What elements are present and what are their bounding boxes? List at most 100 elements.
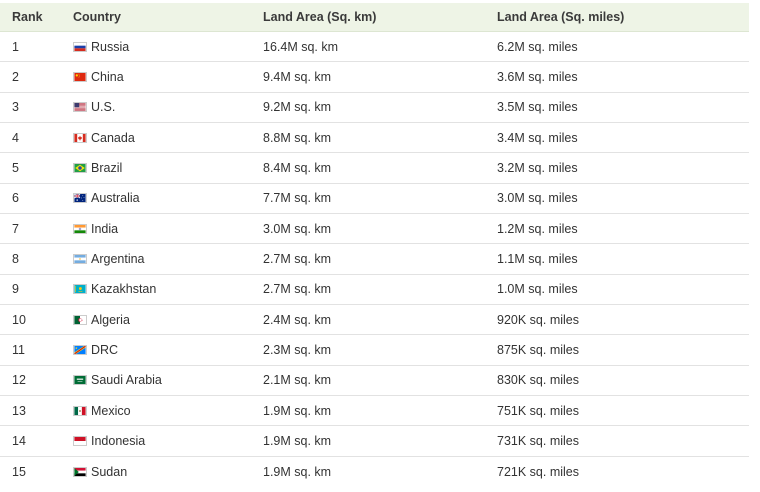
country-cell: Algeria xyxy=(61,313,251,327)
country-name: Mexico xyxy=(91,403,131,418)
table-header: Rank Country Land Area (Sq. km) Land Are… xyxy=(0,3,749,32)
country-name: Sudan xyxy=(91,464,128,479)
flag-drc-icon xyxy=(73,344,87,355)
table-row: 15 Sudan 1.9M sq. km 721K sq. miles xyxy=(0,457,749,487)
area-km-cell: 1.9M sq. km xyxy=(263,403,332,418)
table-row: 6 Australia 7.7M sq. km 3.0M sq. miles xyxy=(0,184,749,214)
area-km-cell: 2.1M sq. km xyxy=(263,373,332,388)
rank-cell: 13 xyxy=(12,403,26,418)
country-name: Brazil xyxy=(91,160,123,175)
flag-india-icon xyxy=(73,223,87,234)
area-miles-cell: 1.1M sq. miles xyxy=(497,251,578,266)
country-name: Saudi Arabia xyxy=(91,373,162,388)
rank-cell: 4 xyxy=(12,130,19,145)
table-row: 9 Kazakhstan 2.7M sq. km 1.0M sq. miles xyxy=(0,275,749,305)
flag-australia-icon xyxy=(73,193,87,204)
country-name: Kazakhstan xyxy=(91,282,157,297)
area-km-cell: 2.4M sq. km xyxy=(263,312,332,327)
country-name: Russia xyxy=(91,39,130,54)
area-miles-cell: 721K sq. miles xyxy=(497,464,579,479)
area-miles-cell: 3.4M sq. miles xyxy=(497,130,578,145)
header-miles: Land Area (Sq. miles) xyxy=(497,10,625,24)
flag-russia-icon xyxy=(73,41,87,52)
table-row: 7 India 3.0M sq. km 1.2M sq. miles xyxy=(0,214,749,245)
header-country: Country xyxy=(73,10,121,24)
area-miles-cell: 751K sq. miles xyxy=(497,403,579,418)
country-name: Indonesia xyxy=(91,433,146,448)
rank-cell: 15 xyxy=(12,464,26,479)
rank-cell: 2 xyxy=(12,69,19,84)
table-row: 10 Algeria 2.4M sq. km 920K sq. miles xyxy=(0,305,749,336)
table-row: 3 U.S. 9.2M sq. km 3.5M sq. miles xyxy=(0,93,749,123)
rank-cell: 6 xyxy=(12,191,19,206)
area-miles-cell: 6.2M sq. miles xyxy=(497,39,578,54)
country-cell: Kazakhstan xyxy=(61,282,251,296)
country-cell: U.S. xyxy=(61,100,251,114)
area-miles-cell: 875K sq. miles xyxy=(497,342,579,357)
area-miles-cell: 3.6M sq. miles xyxy=(497,69,578,84)
country-name: U.S. xyxy=(91,100,116,115)
rank-cell: 11 xyxy=(12,342,25,357)
country-name: Algeria xyxy=(91,312,130,327)
table-row: 13 Mexico 1.9M sq. km 751K sq. miles xyxy=(0,396,749,427)
area-km-cell: 8.8M sq. km xyxy=(263,130,332,145)
area-miles-cell: 3.0M sq. miles xyxy=(497,191,578,206)
table-row: 12 Saudi Arabia 2.1M sq. km 830K sq. miles xyxy=(0,366,749,396)
rank-cell: 12 xyxy=(12,373,26,388)
rank-cell: 7 xyxy=(12,221,19,236)
country-cell: Canada xyxy=(61,131,251,145)
flag-indonesia-icon xyxy=(73,435,87,446)
table-row: 1 Russia 16.4M sq. km 6.2M sq. miles xyxy=(0,32,749,63)
country-name: Argentina xyxy=(91,251,145,266)
country-cell: Argentina xyxy=(61,252,251,266)
country-cell: Saudi Arabia xyxy=(61,373,251,387)
area-km-cell: 3.0M sq. km xyxy=(263,221,332,236)
area-km-cell: 16.4M sq. km xyxy=(263,39,339,54)
flag-argentina-icon xyxy=(73,253,87,264)
rank-cell: 14 xyxy=(12,433,26,448)
area-km-cell: 9.2M sq. km xyxy=(263,100,332,115)
table-row: 2 China 9.4M sq. km 3.6M sq. miles xyxy=(0,62,749,93)
flag-saudi-arabia-icon xyxy=(73,375,87,386)
table-row: 4 Canada 8.8M sq. km 3.4M sq. miles xyxy=(0,123,749,154)
flag-kazakhstan-icon xyxy=(73,284,87,295)
country-cell: DRC xyxy=(61,343,251,357)
country-cell: Australia xyxy=(61,191,251,205)
area-km-cell: 8.4M sq. km xyxy=(263,160,332,175)
area-miles-cell: 731K sq. miles xyxy=(497,433,579,448)
area-km-cell: 1.9M sq. km xyxy=(263,464,332,479)
country-cell: India xyxy=(61,222,251,236)
area-km-cell: 9.4M sq. km xyxy=(263,69,332,84)
country-cell: Mexico xyxy=(61,404,251,418)
table-row: 5 Brazil 8.4M sq. km 3.2M sq. miles xyxy=(0,153,749,184)
flag-brazil-icon xyxy=(73,162,87,173)
flag-mexico-icon xyxy=(73,405,87,416)
area-km-cell: 2.7M sq. km xyxy=(263,282,332,297)
header-km: Land Area (Sq. km) xyxy=(263,10,377,24)
rank-cell: 5 xyxy=(12,160,19,175)
country-name: India xyxy=(91,221,119,236)
flag-canada-icon xyxy=(73,132,87,143)
country-cell: Indonesia xyxy=(61,434,251,448)
rank-cell: 8 xyxy=(12,251,19,266)
table-row: 8 Argentina 2.7M sq. km 1.1M sq. miles xyxy=(0,244,749,275)
area-miles-cell: 830K sq. miles xyxy=(497,373,579,388)
area-km-cell: 7.7M sq. km xyxy=(263,191,332,206)
country-name: Canada xyxy=(91,130,135,145)
flag-china-icon xyxy=(73,71,87,82)
area-miles-cell: 1.2M sq. miles xyxy=(497,221,578,236)
area-miles-cell: 1.0M sq. miles xyxy=(497,282,578,297)
flag-sudan-icon xyxy=(73,466,87,477)
rank-cell: 9 xyxy=(12,282,19,297)
country-cell: Russia xyxy=(61,40,251,54)
country-name: DRC xyxy=(91,342,119,357)
table-body: 1 Russia 16.4M sq. km 6.2M sq. miles 2 China 9… xyxy=(0,32,749,487)
country-name: China xyxy=(91,69,124,84)
table-row: 11 DRC 2.3M sq. km 875K sq. miles xyxy=(0,335,749,366)
area-km-cell: 2.7M sq. km xyxy=(263,251,332,266)
area-miles-cell: 3.5M sq. miles xyxy=(497,100,578,115)
rank-cell: 10 xyxy=(12,312,26,327)
area-km-cell: 2.3M sq. km xyxy=(263,342,332,357)
rank-cell: 3 xyxy=(12,100,19,115)
flag-algeria-icon xyxy=(73,314,87,325)
